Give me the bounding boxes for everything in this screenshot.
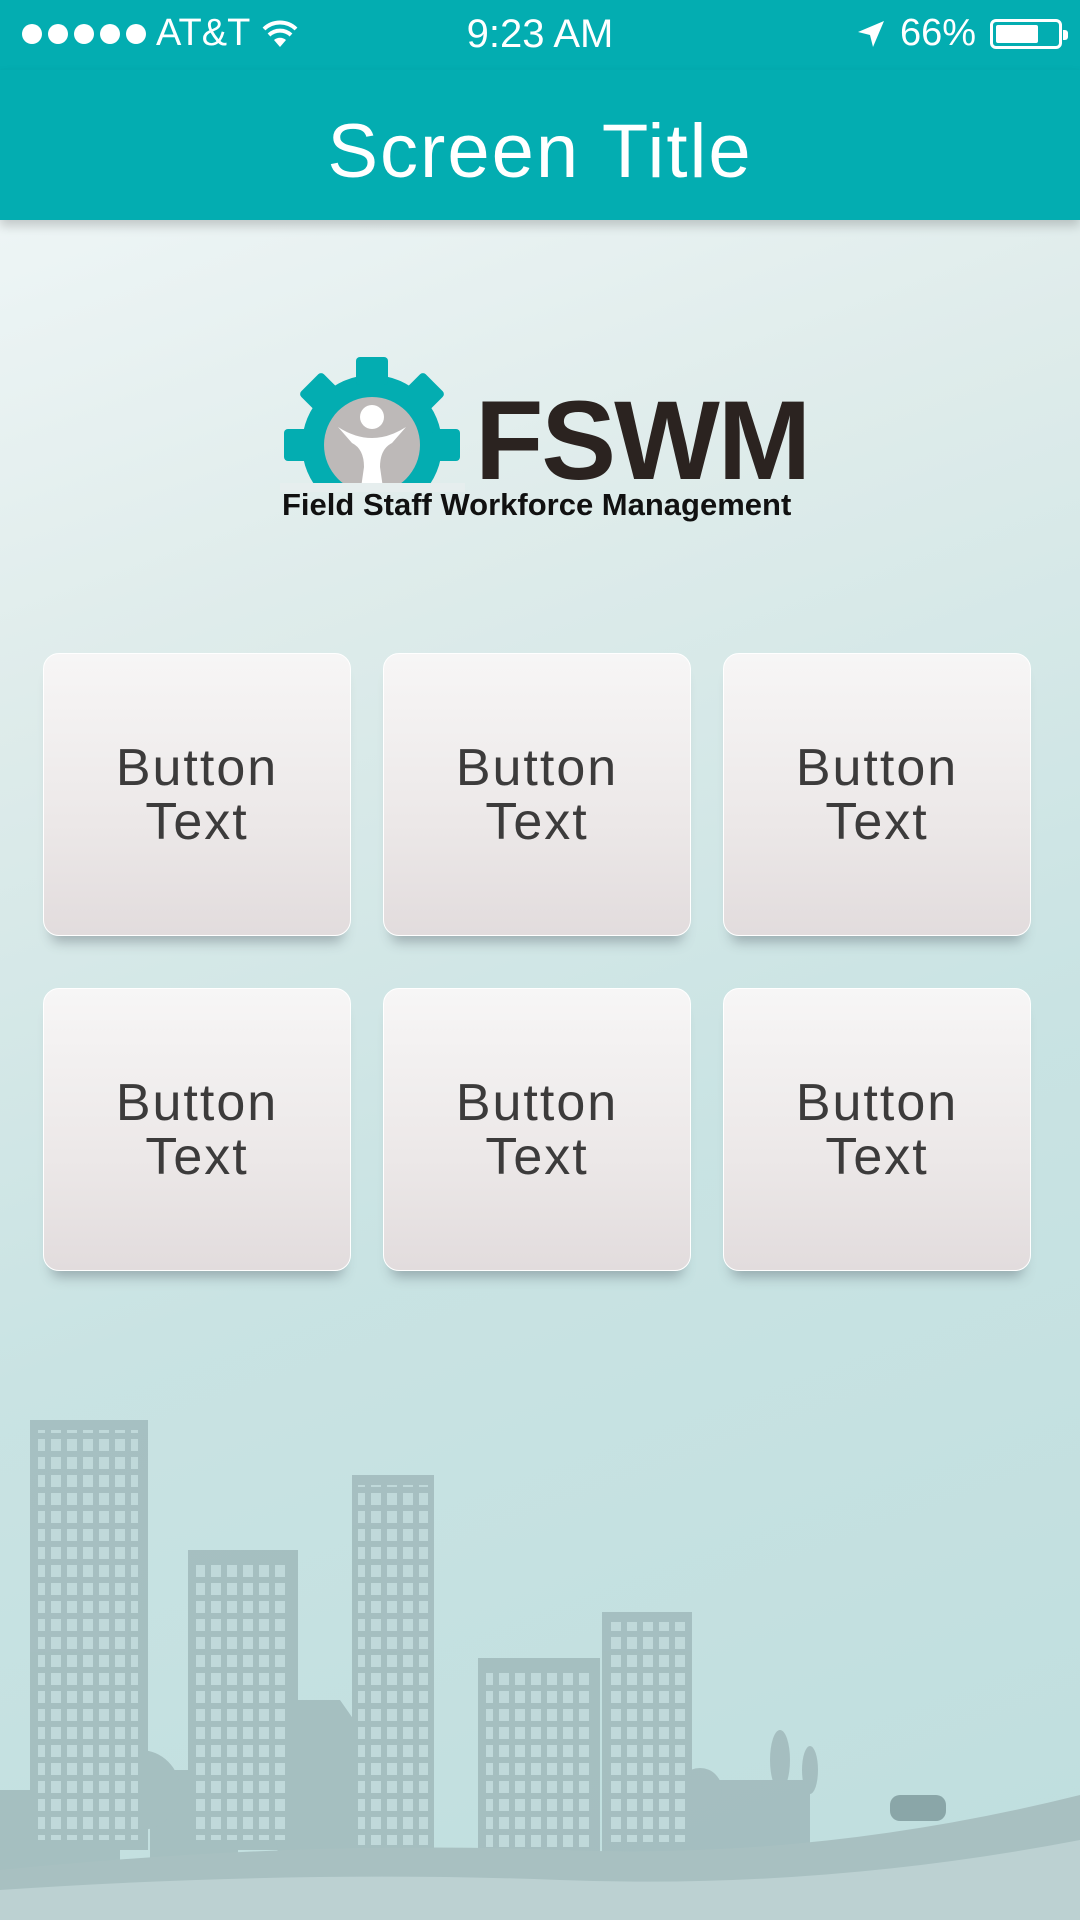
status-bar: AT&T 9:23 AM 66%	[0, 0, 1080, 70]
grid-button-6[interactable]: Button Text	[723, 988, 1031, 1271]
navigation-bar: Screen Title	[0, 70, 1080, 220]
grid-button-4[interactable]: Button Text	[43, 988, 351, 1271]
city-skyline-illustration	[0, 1420, 1080, 1920]
location-arrow-icon	[857, 20, 884, 47]
grid-button-label: Button Text	[795, 738, 959, 851]
logo-tagline: Field Staff Workforce Management	[282, 487, 792, 522]
battery-icon	[990, 18, 1068, 49]
grid-button-5[interactable]: Button Text	[383, 988, 691, 1271]
grid-button-label: Button Text	[115, 738, 279, 851]
grid-button-3[interactable]: Button Text	[723, 653, 1031, 936]
grid-button-1[interactable]: Button Text	[43, 653, 351, 936]
grid-button-label: Button Text	[795, 1073, 959, 1186]
grid-button-label: Button Text	[455, 738, 619, 851]
logo-wordmark: FSWM	[475, 378, 811, 503]
status-right: 66%	[856, 12, 1068, 55]
grid-button-label: Button Text	[115, 1073, 279, 1186]
screen-title: Screen Title	[327, 109, 753, 194]
fswm-logo: FSWM Field Staff Workforce Management	[280, 355, 811, 535]
gear-person-icon	[280, 357, 465, 492]
battery-percent: 66%	[899, 12, 976, 54]
grid-button-label: Button Text	[455, 1073, 619, 1186]
grid-button-2[interactable]: Button Text	[383, 653, 691, 936]
button-grid: Button Text Button Text Button Text Butt…	[43, 653, 1043, 1271]
